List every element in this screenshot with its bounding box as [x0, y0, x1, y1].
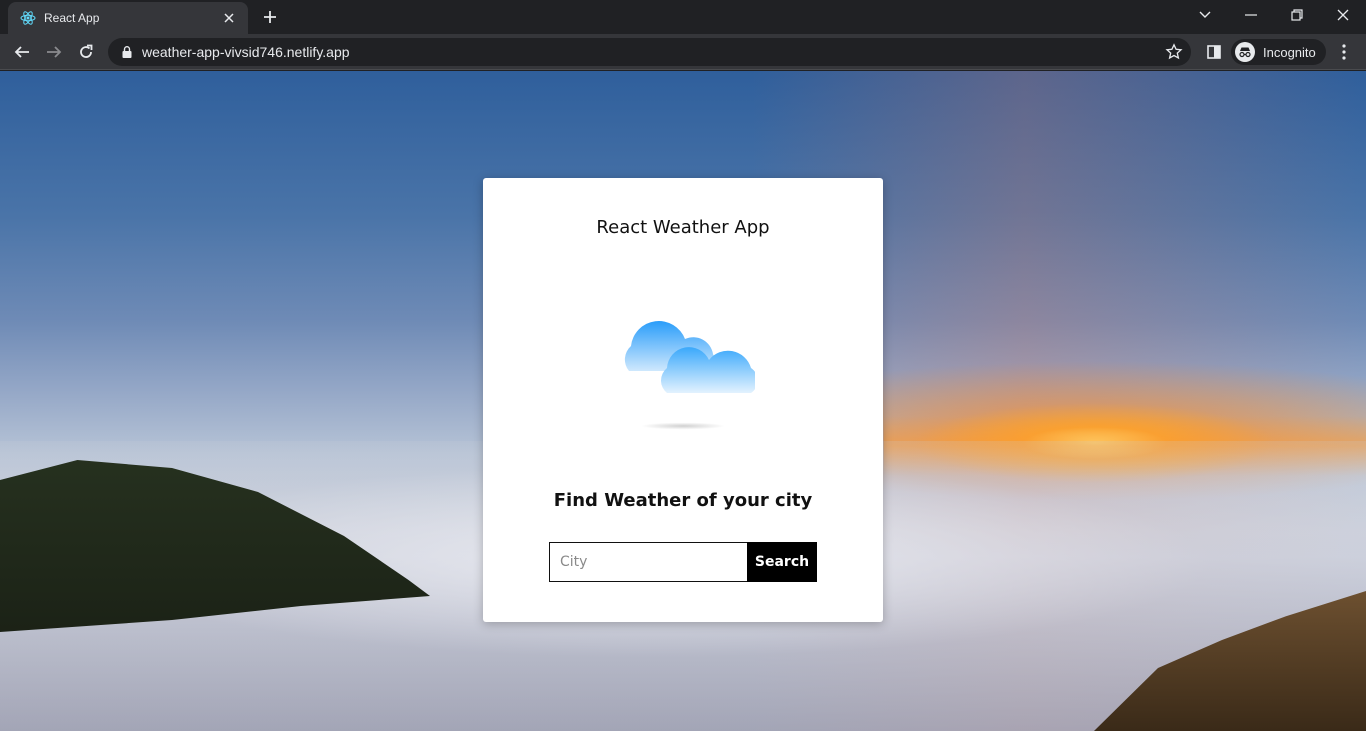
app-title: React Weather App — [596, 217, 770, 238]
weather-card: React Weather App Find Weather of your c… — [483, 178, 883, 622]
find-weather-heading: Find Weather of your city — [553, 490, 813, 511]
cloud-icon — [611, 306, 758, 434]
incognito-profile-button[interactable]: Incognito — [1231, 39, 1326, 65]
lock-icon[interactable] — [120, 45, 134, 59]
tab-title: React App — [44, 11, 100, 25]
city-search-form: Search — [549, 542, 817, 582]
browser-toolbar: weather-app-vivsid746.netlify.app Incogn… — [0, 34, 1366, 70]
reload-icon[interactable] — [72, 38, 100, 66]
url-text[interactable]: weather-app-vivsid746.netlify.app — [142, 44, 350, 60]
bookmark-star-icon[interactable] — [1165, 43, 1183, 61]
new-tab-button[interactable] — [258, 7, 282, 27]
incognito-icon — [1235, 42, 1255, 62]
browser-tab[interactable]: React App — [8, 2, 248, 34]
tab-search-icon[interactable] — [1182, 0, 1228, 30]
search-button[interactable]: Search — [747, 542, 817, 582]
react-icon — [20, 10, 36, 26]
incognito-label: Incognito — [1263, 44, 1316, 60]
back-icon[interactable] — [8, 38, 36, 66]
close-window-icon[interactable] — [1320, 0, 1366, 30]
minimize-icon[interactable] — [1228, 0, 1274, 30]
page-background: React Weather App Find Weather of your c… — [0, 71, 1366, 731]
browser-tabbar: React App — [0, 0, 1366, 34]
close-tab-icon[interactable] — [220, 9, 238, 27]
address-bar[interactable]: weather-app-vivsid746.netlify.app — [108, 38, 1191, 66]
forward-icon[interactable] — [40, 38, 68, 66]
city-input[interactable] — [549, 542, 747, 582]
restore-icon[interactable] — [1274, 0, 1320, 30]
menu-kebab-icon[interactable] — [1330, 38, 1358, 66]
side-panel-icon[interactable] — [1200, 38, 1228, 66]
